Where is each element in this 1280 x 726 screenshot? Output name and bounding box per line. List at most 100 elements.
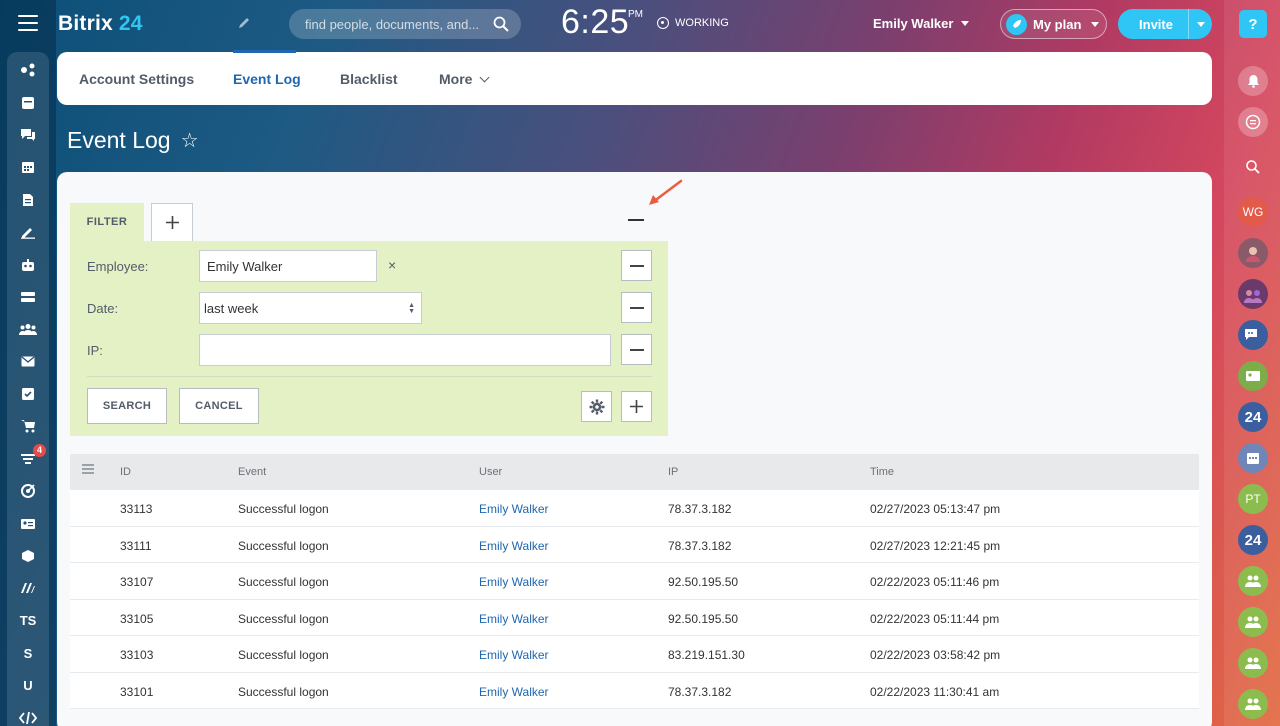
minus-icon — [629, 264, 644, 267]
filter-icon[interactable]: 4 — [7, 443, 49, 475]
calendar-chat-icon[interactable] — [1238, 443, 1268, 473]
clear-employee-icon[interactable]: × — [388, 257, 396, 273]
target-icon[interactable] — [7, 475, 49, 507]
group-icon[interactable] — [7, 313, 49, 345]
right-search-icon[interactable] — [1238, 152, 1268, 182]
remove-ip-field-button[interactable] — [621, 334, 652, 365]
col-header-time[interactable]: Time — [870, 466, 894, 478]
star-icon[interactable]: ☆ — [181, 128, 199, 153]
logo-number: 24 — [118, 12, 143, 35]
drive-icon[interactable] — [7, 281, 49, 313]
col-header-id[interactable]: ID — [120, 466, 131, 478]
clock-time[interactable]: 6:25 — [561, 3, 629, 42]
group-chat-icon[interactable] — [1238, 320, 1268, 350]
employee-field[interactable]: Emily Walker — [199, 250, 377, 282]
remove-date-field-button[interactable] — [621, 292, 652, 323]
avatar-photo[interactable] — [1238, 238, 1268, 268]
tab-account-settings[interactable]: Account Settings — [79, 71, 194, 87]
avatar-wg[interactable]: WG — [1238, 197, 1268, 227]
cell-user-link[interactable]: Emily Walker — [479, 502, 549, 516]
sidebar-item-s[interactable]: S — [7, 637, 49, 669]
add-filter-tab-button[interactable] — [151, 203, 193, 241]
date-select[interactable]: last week ▲ ▼ — [199, 292, 422, 324]
user-menu[interactable]: Emily Walker — [873, 16, 970, 31]
bitrix24-chat-2[interactable]: 24 — [1238, 525, 1268, 555]
search-bar[interactable] — [289, 9, 521, 39]
sidebar-item-ts[interactable]: TS — [7, 605, 49, 637]
page-title-text: Event Log — [67, 127, 171, 153]
cancel-button[interactable]: CANCEL — [179, 388, 259, 424]
column-settings-icon[interactable] — [82, 464, 94, 476]
cell-event: Successful logon — [238, 502, 329, 516]
chevron-down-icon — [961, 21, 970, 26]
ip-field[interactable] — [199, 334, 611, 366]
group-avatar-icon[interactable] — [1238, 566, 1268, 596]
user-name: Emily Walker — [873, 16, 954, 31]
col-header-user[interactable]: User — [479, 466, 502, 478]
invite-dropdown[interactable] — [1188, 9, 1212, 39]
cell-user-link[interactable]: Emily Walker — [479, 575, 549, 589]
settings-tabs: Account Settings Event Log Blacklist Mor… — [57, 52, 1212, 105]
work-status[interactable]: WORKING — [657, 17, 729, 29]
chevron-down-icon — [480, 72, 490, 83]
group-avatar-icon[interactable] — [1238, 689, 1268, 719]
tab-event-log[interactable]: Event Log — [233, 71, 301, 87]
cell-user-link[interactable]: Emily Walker — [479, 612, 549, 626]
mail-icon[interactable] — [7, 346, 49, 378]
code-icon[interactable] — [7, 702, 49, 726]
contact-card-icon[interactable] — [7, 507, 49, 539]
marketplace-icon[interactable] — [7, 572, 49, 604]
logo-text: Bitrix — [58, 12, 113, 35]
box-icon[interactable] — [7, 540, 49, 572]
avatar-pt[interactable]: PT — [1238, 484, 1268, 514]
chat-bubble-icon[interactable] — [1238, 107, 1268, 137]
sign-icon[interactable] — [7, 216, 49, 248]
help-button[interactable]: ? — [1239, 10, 1267, 38]
tab-more[interactable]: More — [439, 71, 490, 87]
cell-user-link[interactable]: Emily Walker — [479, 648, 549, 662]
bitrix24-chat[interactable]: 24 — [1238, 402, 1268, 432]
clock-ampm: PM — [628, 9, 643, 20]
table-row[interactable]: 33105 Successful logon Emily Walker 92.5… — [70, 599, 1199, 636]
document-icon[interactable] — [7, 184, 49, 216]
feed-icon[interactable] — [7, 86, 49, 118]
robot-icon[interactable] — [7, 248, 49, 280]
table-row[interactable]: 33101 Successful logon Emily Walker 78.3… — [70, 672, 1199, 709]
share-icon[interactable] — [7, 54, 49, 86]
add-field-button[interactable] — [621, 391, 652, 422]
group-avatar-icon[interactable] — [1238, 648, 1268, 678]
col-header-event[interactable]: Event — [238, 466, 266, 478]
app-logo[interactable]: Bitrix 24 — [58, 12, 143, 36]
avatar-group-photo[interactable] — [1238, 279, 1268, 309]
table-row[interactable]: 33103 Successful logon Emily Walker 83.2… — [70, 636, 1199, 673]
search-button[interactable]: SEARCH — [87, 388, 167, 424]
table-row[interactable]: 33113 Successful logon Emily Walker 78.3… — [70, 490, 1199, 527]
my-plan-button[interactable]: My plan — [1000, 9, 1107, 39]
invite-button[interactable]: Invite — [1118, 9, 1212, 39]
filter-tab[interactable]: FILTER — [70, 203, 144, 241]
tab-blacklist[interactable]: Blacklist — [340, 71, 398, 87]
cell-user-link[interactable]: Emily Walker — [479, 685, 549, 699]
remove-employee-field-button[interactable] — [621, 250, 652, 281]
chat-icon[interactable] — [7, 119, 49, 151]
gear-icon[interactable] — [581, 391, 612, 422]
minus-icon — [629, 306, 644, 309]
left-sidebar-icons: 4 TS S U — [7, 52, 49, 726]
col-header-ip[interactable]: IP — [668, 466, 678, 478]
cart-icon[interactable] — [7, 410, 49, 442]
table-row[interactable]: 33107 Successful logon Emily Walker 92.5… — [70, 563, 1199, 600]
collapse-filter-button[interactable] — [628, 219, 644, 221]
tasks-icon[interactable] — [7, 378, 49, 410]
table-row[interactable]: 33111 Successful logon Emily Walker 78.3… — [70, 526, 1199, 563]
bell-icon[interactable] — [1238, 66, 1268, 96]
cell-id: 33103 — [120, 648, 154, 662]
group-avatar-icon[interactable] — [1238, 607, 1268, 637]
menu-icon[interactable] — [18, 15, 38, 31]
search-input[interactable] — [305, 9, 485, 39]
edit-pencil-icon[interactable] — [238, 16, 252, 30]
sidebar-item-u[interactable]: U — [7, 669, 49, 701]
contact-chat-icon[interactable] — [1238, 361, 1268, 391]
search-icon[interactable] — [493, 16, 509, 32]
calendar-icon[interactable] — [7, 151, 49, 183]
cell-user-link[interactable]: Emily Walker — [479, 539, 549, 553]
